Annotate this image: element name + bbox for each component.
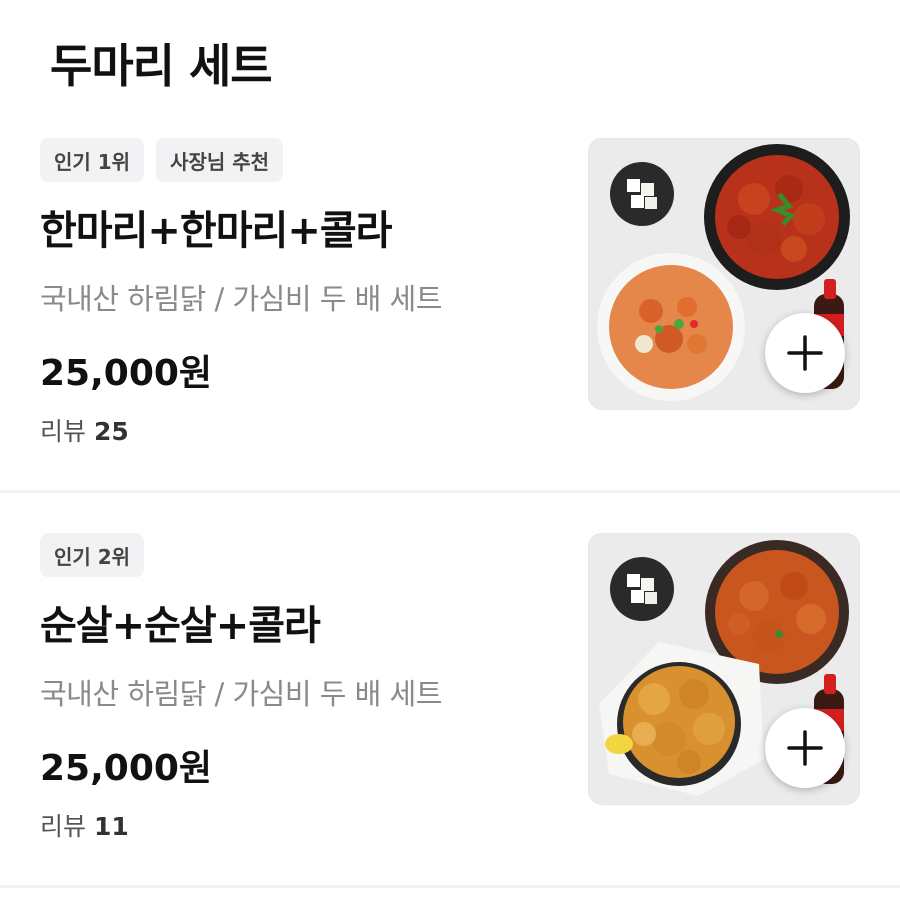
review-label: 리뷰: [40, 812, 94, 841]
item-price: 25,000원: [40, 353, 213, 394]
item-name: 순살+순살+콜라: [40, 603, 321, 649]
review-number: 11: [93, 812, 129, 841]
menu-item-1[interactable]: 인기 1위 사장님 추천 한마리+한마리+콜라 국내산 하림닭 / 가심비 두 …: [0, 98, 900, 493]
menu-item-2[interactable]: 인기 2위 순살+순살+콜라 국내산 하림닭 / 가심비 두 배 세트 25,0…: [0, 493, 900, 888]
tag-list: 인기 1위 사장님 추천: [40, 138, 284, 182]
section-title: 두마리 세트: [50, 39, 273, 93]
tag-list: 인기 2위: [40, 533, 145, 577]
review-number: 25: [93, 417, 129, 446]
review-label: 리뷰: [40, 417, 94, 446]
owner-recommend-badge: 사장님 추천: [156, 138, 284, 182]
item-description: 국내산 하림닭 / 가심비 두 배 세트: [40, 282, 442, 316]
item-divider: [0, 885, 900, 888]
add-to-cart-button[interactable]: [765, 313, 845, 393]
popularity-badge: 인기 1위: [40, 138, 145, 182]
plus-icon: [787, 335, 823, 371]
review-count: 리뷰 11: [40, 807, 129, 843]
item-description: 국내산 하림닭 / 가심비 두 배 세트: [40, 677, 442, 711]
item-name: 한마리+한마리+콜라: [40, 208, 392, 254]
popularity-badge: 인기 2위: [40, 533, 145, 577]
review-count: 리뷰 25: [40, 412, 129, 448]
item-price: 25,000원: [40, 748, 213, 789]
add-to-cart-button[interactable]: [765, 708, 845, 788]
plus-icon: [787, 730, 823, 766]
